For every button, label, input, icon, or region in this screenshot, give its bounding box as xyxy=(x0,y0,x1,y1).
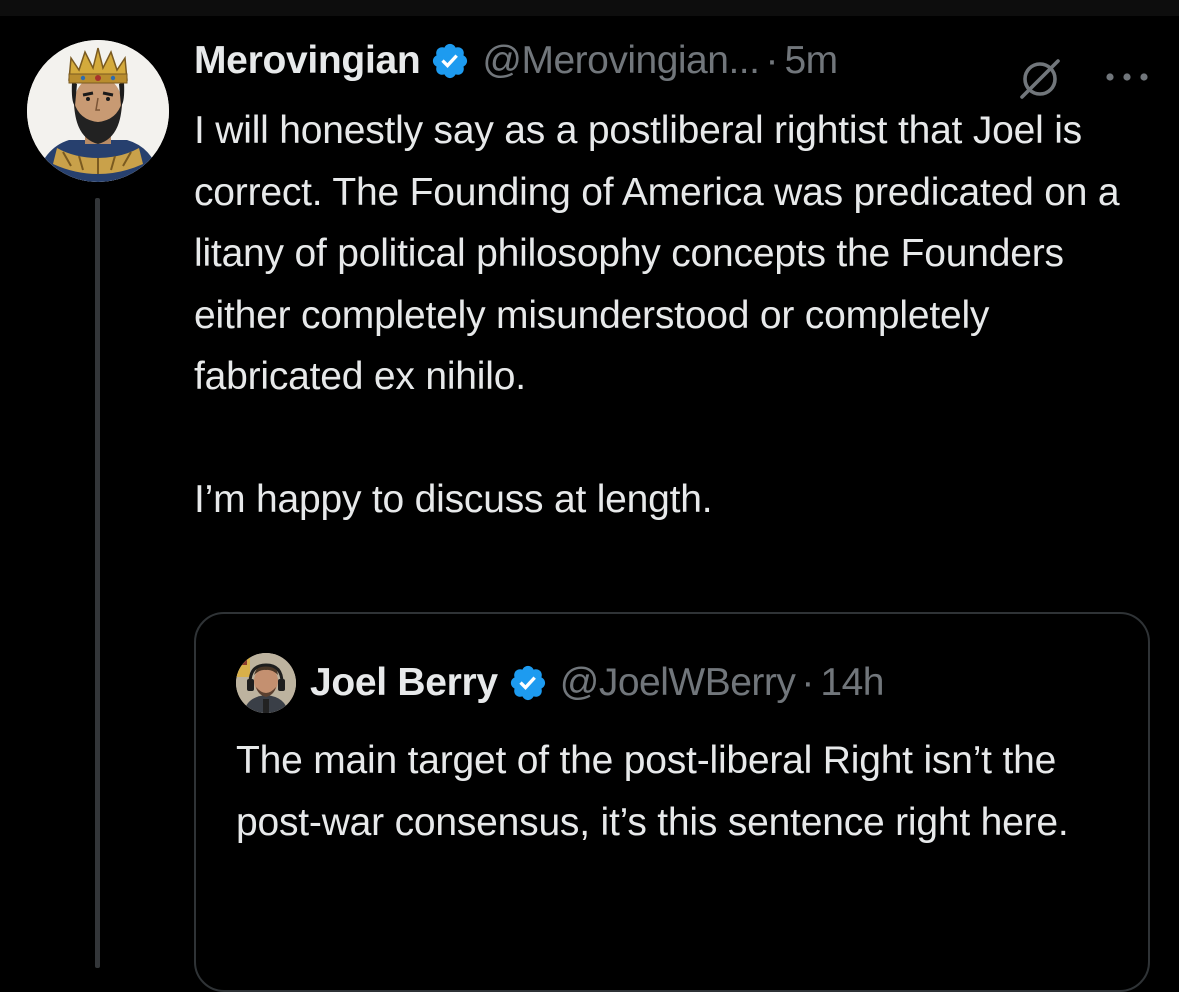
meta-separator: · xyxy=(801,661,815,704)
tweet-timestamp[interactable]: 5m xyxy=(784,39,838,83)
more-options-icon[interactable] xyxy=(1103,70,1151,84)
quoted-tweet-timestamp[interactable]: 14h xyxy=(820,661,884,705)
tweet-body: I will honestly say as a postliberal rig… xyxy=(194,100,1154,531)
verified-badge-icon xyxy=(433,43,468,79)
tweet-paragraph: I will honestly say as a postliberal rig… xyxy=(194,109,1120,398)
quoted-author-avatar[interactable] xyxy=(236,653,296,713)
man-with-headphones-icon xyxy=(236,653,296,713)
author-handle[interactable]: @Merovingian... xyxy=(482,39,760,83)
tweet[interactable]: Merovingian @Merovingian... · 5m I will … xyxy=(0,16,1179,992)
quoted-tweet-card[interactable]: Joel Berry @JoelWBerry · 14h The main ta… xyxy=(194,612,1150,992)
quoted-tweet-header: Joel Berry @JoelWBerry · 14h xyxy=(236,650,884,716)
tweet-header: Merovingian @Merovingian... · 5m xyxy=(194,38,838,84)
verified-badge-icon xyxy=(510,665,545,701)
quoted-tweet-body: The main target of the post-liberal Righ… xyxy=(236,739,1069,844)
quoted-author-handle[interactable]: @JoelWBerry xyxy=(560,661,796,705)
status-bar-strip xyxy=(0,0,1179,16)
quoted-author-display-name[interactable]: Joel Berry xyxy=(310,661,498,705)
author-avatar[interactable] xyxy=(27,40,169,182)
thread-connector-line xyxy=(95,198,100,968)
king-portrait-icon xyxy=(27,40,169,182)
grok-icon[interactable] xyxy=(1016,55,1064,103)
author-display-name[interactable]: Merovingian xyxy=(194,39,421,83)
tweet-paragraph: I’m happy to discuss at length. xyxy=(194,478,713,521)
meta-separator: · xyxy=(765,39,779,82)
